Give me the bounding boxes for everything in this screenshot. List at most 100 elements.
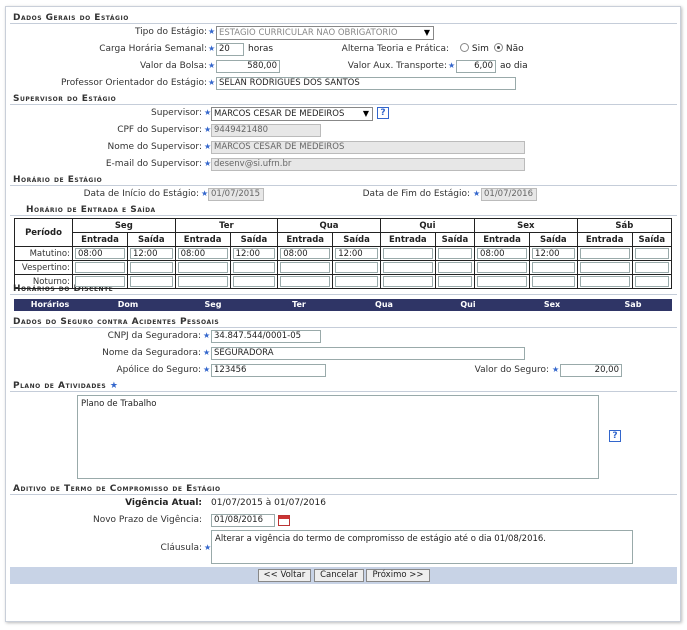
time-input[interactable] xyxy=(477,262,528,273)
time-input[interactable]: 08:00 xyxy=(477,248,528,259)
time-input[interactable] xyxy=(280,276,331,287)
time-input[interactable] xyxy=(437,262,473,273)
clausula-wrap: Cláusula: ★ Alterar a vigência do termo … xyxy=(10,529,677,567)
discente-header-bar: Horários Dom Seg Ter Qua Qui Sex Sab xyxy=(14,299,672,311)
plano-textarea[interactable]: Plano de Trabalho xyxy=(77,395,599,479)
radio-nao-icon[interactable] xyxy=(494,43,503,52)
required-star-icon: ★ xyxy=(208,61,216,70)
help-icon[interactable]: ? xyxy=(377,107,389,119)
time-input[interactable] xyxy=(177,262,228,273)
schedule-cell xyxy=(126,274,176,289)
cnpj-input[interactable]: 34.847.544/0001-05 xyxy=(211,330,321,343)
time-input[interactable] xyxy=(280,262,331,273)
time-input[interactable] xyxy=(382,262,433,273)
fim-input[interactable]: 01/07/2016 xyxy=(481,188,537,201)
time-input[interactable] xyxy=(232,262,276,273)
time-input[interactable] xyxy=(75,276,125,287)
professor-input[interactable]: SELAN RODRIGUES DOS SANTOS xyxy=(216,77,516,90)
col-qua: Qua xyxy=(375,300,393,309)
day-header: Seg xyxy=(72,218,176,233)
schedule-cell xyxy=(631,246,673,261)
supervisor-select[interactable]: MARCOS CESAR DE MEDEIROS ▼ xyxy=(211,107,373,121)
schedule-cell xyxy=(277,260,334,275)
schedule-cell xyxy=(72,274,128,289)
time-input[interactable] xyxy=(129,276,173,287)
time-input[interactable] xyxy=(382,276,433,287)
carga-horaria-input[interactable]: 20 xyxy=(216,43,244,56)
time-input[interactable]: 12:00 xyxy=(335,248,378,259)
clausula-label: Cláusula: xyxy=(160,543,202,553)
section-entrada-saida: Horário de Entrada e Saída xyxy=(10,205,677,216)
time-input[interactable] xyxy=(437,276,473,287)
time-input[interactable] xyxy=(129,262,173,273)
nome-supervisor-input[interactable]: MARCOS CESAR DE MEDEIROS xyxy=(211,141,525,154)
col-horarios: Horários xyxy=(30,300,70,309)
time-input[interactable] xyxy=(335,262,378,273)
time-input[interactable] xyxy=(75,262,125,273)
voltar-button[interactable]: << Voltar xyxy=(257,569,312,582)
time-input[interactable]: 12:00 xyxy=(232,248,276,259)
required-star-icon: ★ xyxy=(203,365,211,374)
col-sab: Sab xyxy=(624,300,642,309)
required-star-icon: ★ xyxy=(208,44,216,53)
time-input[interactable]: 12:00 xyxy=(532,248,575,259)
col-ter: Ter xyxy=(292,300,306,309)
radio-nao[interactable]: Não xyxy=(494,41,524,57)
time-input[interactable] xyxy=(579,262,630,273)
schedule-row: Vespertino: xyxy=(14,260,673,275)
chevron-down-icon: ▼ xyxy=(423,28,430,37)
apolice-input[interactable]: 123456 xyxy=(211,364,326,377)
time-input[interactable] xyxy=(532,276,575,287)
inicio-input[interactable]: 01/07/2015 xyxy=(208,188,264,201)
time-input[interactable] xyxy=(634,262,669,273)
schedule-row: Matutino: 08:00 12:00 08:00 12:00 08:00 12:00 0… xyxy=(14,246,673,261)
entrada-header: Entrada xyxy=(174,232,231,247)
schedule-cell xyxy=(126,260,176,275)
section-plano: Plano de Atividades ★ xyxy=(10,381,677,392)
time-input[interactable] xyxy=(477,276,528,287)
time-input[interactable] xyxy=(232,276,276,287)
cpf-input[interactable]: 9449421480 xyxy=(211,124,321,137)
valor-seguro-input[interactable]: 20,00 xyxy=(560,364,622,377)
clausula-textarea[interactable]: Alterar a vigência do termo de compromis… xyxy=(211,530,633,564)
tipo-label: Tipo do Estágio: xyxy=(134,27,207,37)
nome-supervisor-label: Nome do Supervisor: xyxy=(107,142,202,152)
time-input[interactable] xyxy=(579,276,630,287)
radio-sim[interactable]: Sim xyxy=(460,41,489,57)
required-star-icon: ★ xyxy=(448,61,456,70)
email-input[interactable]: desenv@si.ufrn.br xyxy=(211,158,525,171)
valor-bolsa-input[interactable]: 580,00 xyxy=(216,60,280,73)
time-input[interactable]: 08:00 xyxy=(177,248,228,259)
calendar-icon[interactable] xyxy=(278,515,290,526)
seguradora-label: Nome da Seguradora: xyxy=(102,348,201,358)
entrada-header: Entrada xyxy=(72,232,128,247)
time-input[interactable] xyxy=(335,276,378,287)
section-horario-estagio: Horário de Estágio xyxy=(10,175,677,186)
schedule-cell xyxy=(434,274,476,289)
schedule-cell xyxy=(576,246,633,261)
proximo-button[interactable]: Próximo >> xyxy=(366,569,430,582)
time-input[interactable] xyxy=(382,248,433,259)
time-input[interactable] xyxy=(579,248,630,259)
schedule-cell xyxy=(434,260,476,275)
tipo-estagio-select[interactable]: ESTAGIO CURRICULAR NAO OBRIGATORIO ▼ xyxy=(216,26,434,40)
schedule-cell xyxy=(631,260,673,275)
valor-seguro-label: Valor do Seguro: xyxy=(474,365,549,375)
time-input[interactable] xyxy=(177,276,228,287)
bolsa-label: Valor da Bolsa: xyxy=(139,61,207,71)
cancelar-button[interactable]: Cancelar xyxy=(314,569,364,582)
day-header: Qua xyxy=(277,218,381,233)
radio-sim-icon[interactable] xyxy=(460,43,469,52)
time-input[interactable] xyxy=(634,276,669,287)
time-input[interactable]: 08:00 xyxy=(280,248,331,259)
aux-transporte-input[interactable]: 6,00 xyxy=(456,60,496,73)
prazo-input[interactable]: 01/08/2016 xyxy=(211,514,275,527)
seguradora-input[interactable]: SEGURADORA xyxy=(211,347,525,360)
time-input[interactable] xyxy=(634,248,669,259)
help-icon[interactable]: ? xyxy=(609,430,621,442)
time-input[interactable]: 08:00 xyxy=(75,248,125,259)
time-input[interactable] xyxy=(532,262,575,273)
time-input[interactable]: 12:00 xyxy=(129,248,173,259)
time-input[interactable] xyxy=(437,248,473,259)
section-aditivo: Aditivo de Termo de Compromisso de Estág… xyxy=(10,484,677,495)
